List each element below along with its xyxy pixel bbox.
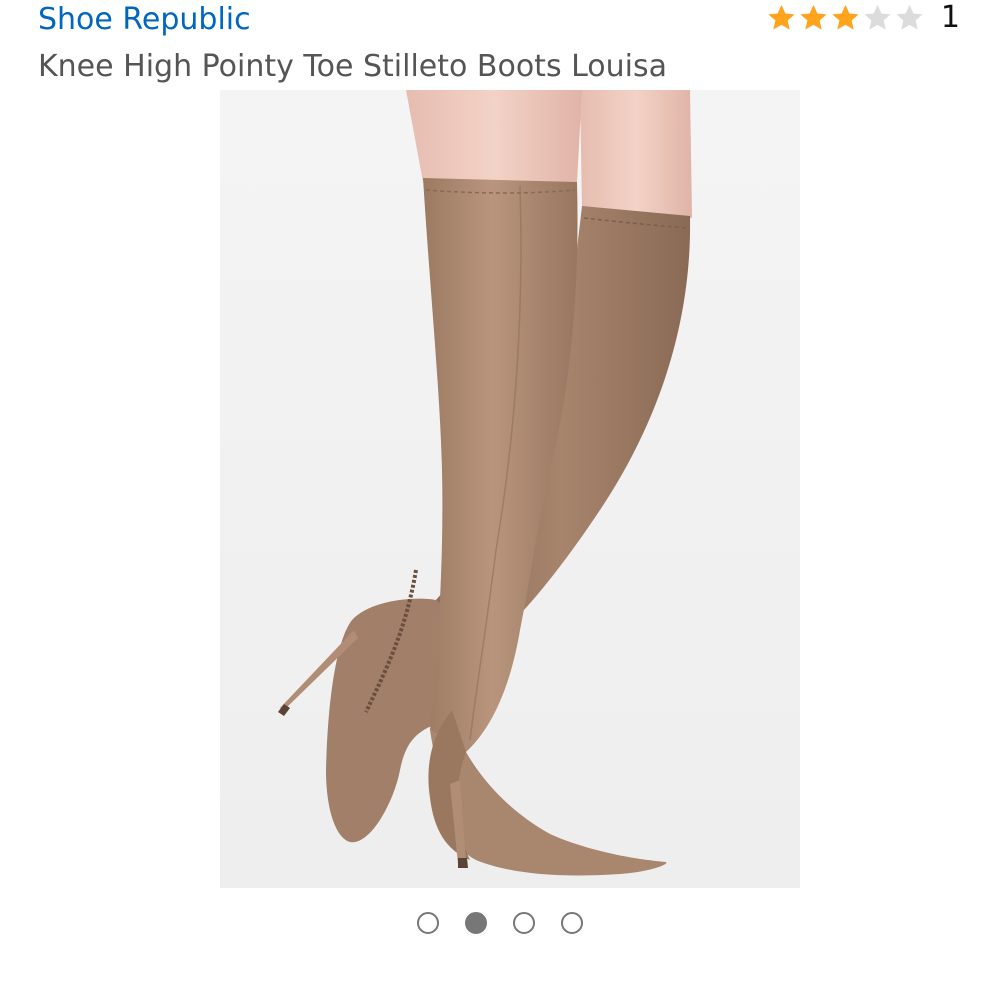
product-image[interactable] — [220, 90, 800, 888]
star-icon — [864, 4, 891, 30]
carousel-dot[interactable] — [465, 912, 487, 934]
star-icon — [832, 4, 859, 30]
star-icon — [896, 4, 923, 30]
carousel-dot[interactable] — [513, 912, 535, 934]
product-title: Knee High Pointy Toe Stilleto Boots Loui… — [38, 49, 668, 84]
review-count[interactable]: 1 — [941, 0, 960, 36]
star-rating[interactable] — [766, 3, 925, 33]
star-icon — [800, 4, 827, 30]
product-detail-page: Shoe Republic 1 Knee High Pointy Toe Sti… — [0, 0, 1000, 1000]
brand-link[interactable]: Shoe Republic — [38, 0, 251, 40]
rating-summary[interactable]: 1 — [766, 0, 960, 36]
carousel-dot[interactable] — [561, 912, 583, 934]
product-photo-boots — [220, 90, 800, 888]
star-icon — [768, 4, 795, 30]
carousel-indicators[interactable] — [0, 912, 1000, 934]
carousel-dot[interactable] — [417, 912, 439, 934]
